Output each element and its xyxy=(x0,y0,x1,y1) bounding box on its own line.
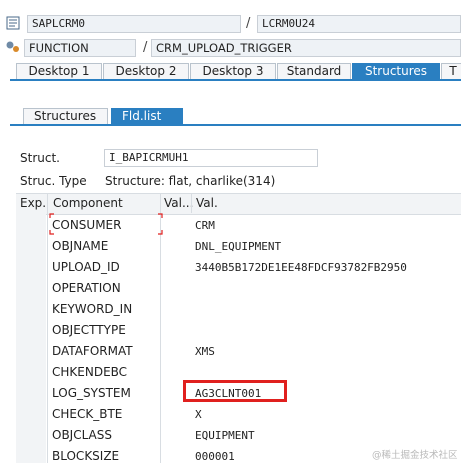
table-row-value[interactable]: EQUIPMENT xyxy=(195,429,255,442)
col-header-component[interactable]: Component xyxy=(53,196,123,210)
table-row-component[interactable]: OBJCLASS xyxy=(52,428,112,442)
col-header-val-short[interactable]: Val... xyxy=(164,196,193,210)
column-divider xyxy=(47,193,48,463)
table-row-component[interactable]: OPERATION xyxy=(52,281,121,295)
table-row-value[interactable]: 3440B5B172DE1EE48FDCF93782FB2950 xyxy=(195,261,407,274)
include-field[interactable]: LCRM0U24 xyxy=(257,15,461,33)
subtab-underline xyxy=(10,124,461,126)
object-type-field[interactable]: FUNCTION xyxy=(24,39,136,57)
table-row-component[interactable]: UPLOAD_ID xyxy=(52,260,120,274)
watermark: @稀土掘金技术社区 xyxy=(372,450,458,461)
expand-column xyxy=(16,214,46,463)
subtab-field-list[interactable]: Fld.list xyxy=(111,108,183,125)
tabbar-underline xyxy=(10,79,461,81)
table-row-component[interactable]: KEYWORD_IN xyxy=(52,302,132,316)
table-row-value[interactable]: DNL_EQUIPMENT xyxy=(195,240,281,253)
main-program-field[interactable]: SAPLCRM0 xyxy=(27,15,241,33)
tab-structures[interactable]: Structures xyxy=(352,63,440,79)
separator-slash: / xyxy=(143,40,148,55)
table-row-value[interactable]: XMS xyxy=(195,345,215,358)
table-row-value[interactable]: CRM xyxy=(195,219,215,232)
table-row-component[interactable]: CONSUMER xyxy=(52,218,121,232)
table-row-component[interactable]: OBJNAME xyxy=(52,239,108,253)
struc-type-value: Structure: flat, charlike(314) xyxy=(105,174,276,188)
table-row-component[interactable]: LOG_SYSTEM xyxy=(52,386,131,400)
table-row-component[interactable]: OBJECTTYPE xyxy=(52,323,126,337)
struc-type-label: Struc. Type xyxy=(20,174,87,188)
tab-desktop-3[interactable]: Desktop 3 xyxy=(190,63,276,79)
table-row-value[interactable]: X xyxy=(195,408,202,421)
col-header-val[interactable]: Val. xyxy=(196,196,218,210)
struct-input[interactable]: I_BAPICRMUH1 xyxy=(104,149,318,167)
table-row-value[interactable]: 000001 xyxy=(195,450,235,463)
struct-label: Struct. xyxy=(20,151,60,165)
table-row-value[interactable]: AG3CLNT001 xyxy=(195,387,261,400)
table-row-component[interactable]: CHKENDEBC xyxy=(52,365,127,379)
table-row-component[interactable]: DATAFORMAT xyxy=(52,344,133,358)
table-row-component[interactable]: BLOCKSIZE xyxy=(52,449,119,463)
tab-desktop-2[interactable]: Desktop 2 xyxy=(103,63,189,79)
program-icon xyxy=(6,16,20,33)
tab-standard[interactable]: Standard xyxy=(277,63,351,79)
subtab-structures[interactable]: Structures xyxy=(23,108,108,125)
function-icon xyxy=(5,40,21,57)
col-header-exp[interactable]: Exp. xyxy=(20,196,46,210)
object-name-field[interactable]: CRM_UPLOAD_TRIGGER xyxy=(151,39,461,57)
column-divider xyxy=(191,193,192,213)
tab-desktop-1[interactable]: Desktop 1 xyxy=(16,63,102,79)
separator-slash: / xyxy=(246,16,251,31)
tab-more[interactable]: T xyxy=(441,63,461,79)
table-row-component[interactable]: CHECK_BTE xyxy=(52,407,122,421)
